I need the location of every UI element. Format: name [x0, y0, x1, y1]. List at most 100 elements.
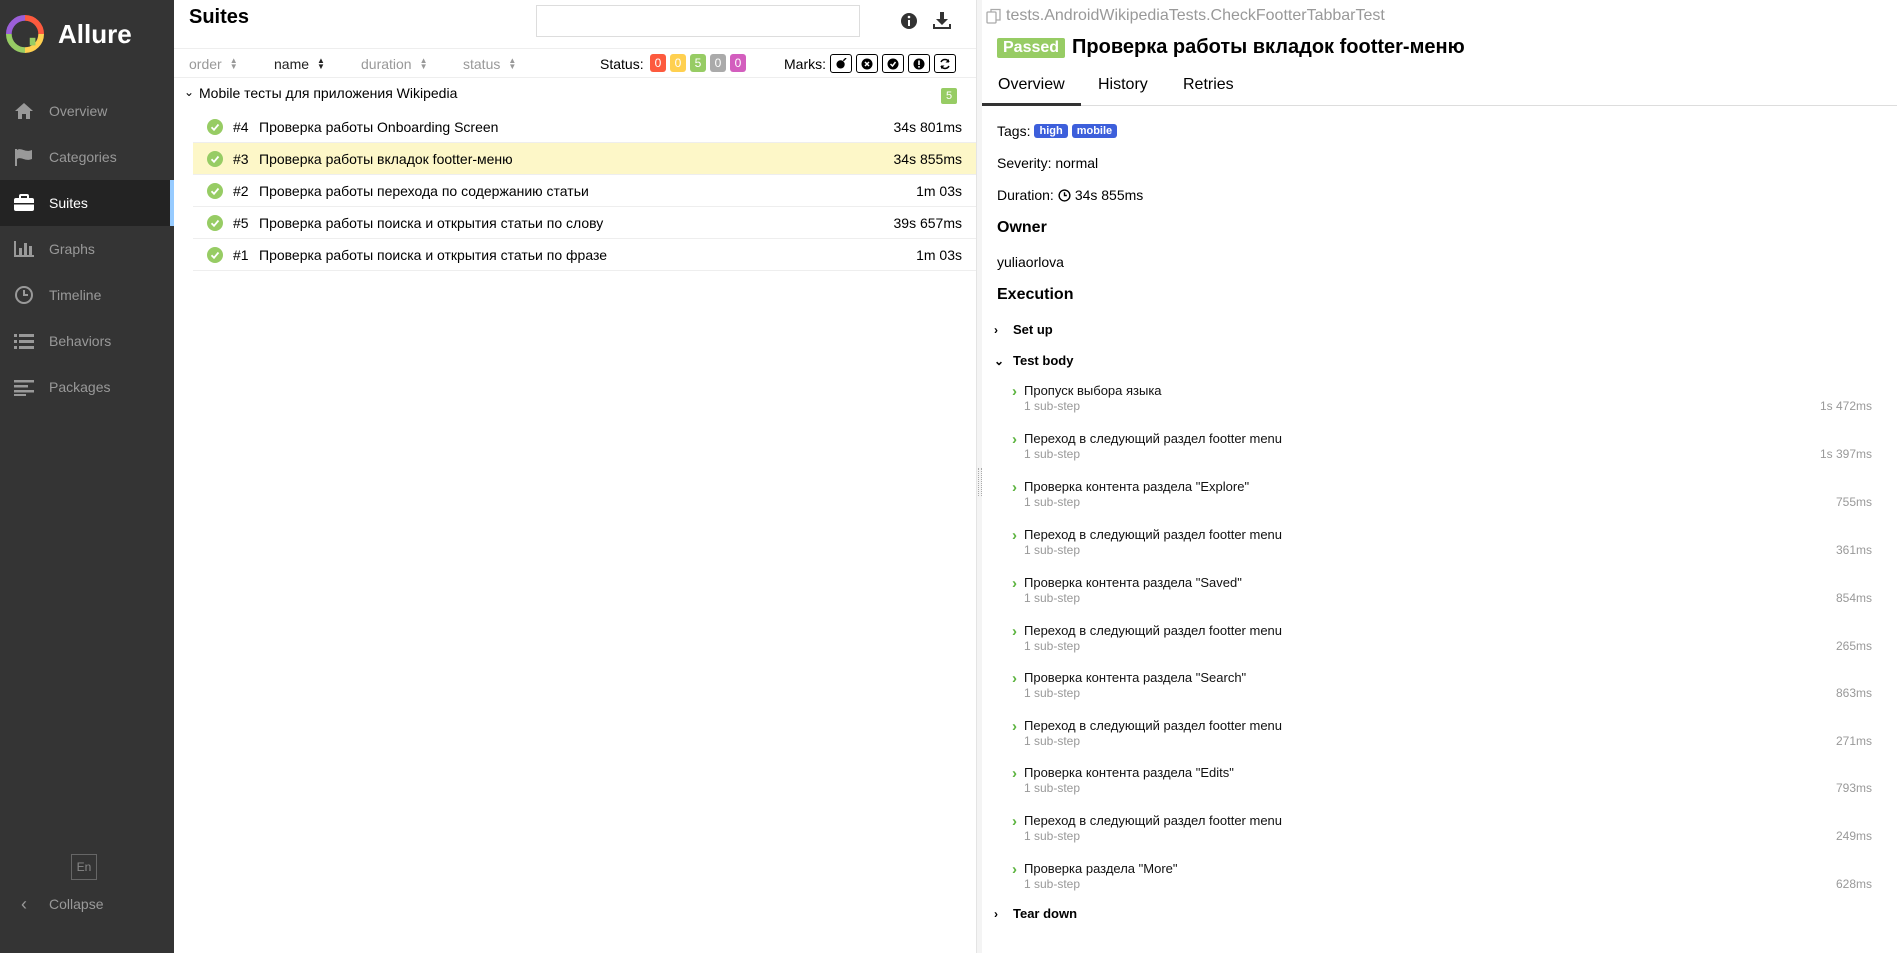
step-item[interactable]: › Проверка контента раздела "Saved" 1 su… — [1012, 575, 1872, 615]
sidebar-item-overview[interactable]: Overview — [0, 88, 174, 134]
setup-stage[interactable]: › Set up — [994, 322, 1053, 337]
page-title: Suites — [189, 6, 250, 28]
step-name: Переход в следующий раздел footter menu — [1024, 527, 1283, 542]
step-item[interactable]: › Пропуск выбора языка 1 sub-step 1s 472… — [1012, 383, 1872, 423]
retries-mark-icon[interactable] — [934, 54, 956, 73]
chevron-down-icon: ⌄ — [184, 85, 195, 99]
test-name: Проверка работы перехода по содержанию с… — [259, 183, 589, 199]
step-substeps: 1 sub-step — [1024, 829, 1081, 843]
step-item[interactable]: › Переход в следующий раздел footter men… — [1012, 623, 1872, 663]
status-count-skipped[interactable]: 0 — [710, 54, 726, 72]
step-chevron-icon: › — [1012, 575, 1017, 592]
collapse-button[interactable]: ‹ Collapse — [13, 892, 103, 916]
suite-group-name: Mobile тесты для приложения Wikipedia — [199, 85, 458, 101]
sidebar-item-packages[interactable]: Packages — [0, 364, 174, 410]
sort-duration-label: duration — [361, 56, 412, 72]
step-chevron-icon: › — [1012, 623, 1017, 640]
test-name: Проверка работы вкладок footter-меню — [259, 151, 513, 167]
language-switch[interactable]: En — [71, 854, 97, 880]
sidebar-item-timeline[interactable]: Timeline — [0, 272, 174, 318]
new-failed-mark-icon[interactable] — [856, 54, 878, 73]
teardown-stage[interactable]: › Tear down — [994, 906, 1077, 921]
tag-badge: mobile — [1071, 124, 1118, 138]
step-duration: 628ms — [1835, 877, 1872, 891]
test-number: #2 — [233, 183, 249, 199]
owner-heading: Owner — [997, 219, 1047, 236]
step-name: Проверка контента раздела "Search" — [1024, 670, 1247, 685]
test-row[interactable]: #4 Проверка работы Onboarding Screen 34s… — [193, 111, 976, 143]
chevron-right-icon: › — [994, 906, 998, 921]
step-item[interactable]: › Проверка контента раздела "Edits" 1 su… — [1012, 765, 1872, 805]
step-duration: 361ms — [1835, 543, 1872, 557]
app-name: Allure — [58, 18, 132, 49]
sidebar-item-label: Suites — [49, 195, 88, 211]
step-duration: 249ms — [1835, 829, 1872, 843]
copy-icon[interactable] — [986, 8, 1002, 24]
brand[interactable]: Allure — [6, 14, 132, 54]
sort-name[interactable]: name ▲ ▼ — [274, 56, 325, 72]
step-substeps: 1 sub-step — [1024, 495, 1081, 509]
step-item[interactable]: › Переход в следующий раздел footter men… — [1012, 431, 1872, 471]
test-duration: 34s 801ms — [893, 119, 962, 135]
status-count-broken[interactable]: 0 — [670, 54, 686, 72]
new-passed-mark-icon[interactable] — [882, 54, 904, 73]
step-substeps: 1 sub-step — [1024, 781, 1081, 795]
test-row[interactable]: #5 Проверка работы поиска и открытия ста… — [193, 207, 976, 239]
step-item[interactable]: › Переход в следующий раздел footter men… — [1012, 718, 1872, 758]
check-circle-icon — [207, 151, 223, 167]
suite-group[interactable]: ⌄ Mobile тесты для приложения Wikipedia … — [174, 84, 976, 106]
test-row[interactable]: #1 Проверка работы поиска и открытия ста… — [193, 239, 976, 271]
flaky-mark-icon[interactable] — [830, 54, 852, 73]
step-duration: 265ms — [1835, 639, 1872, 653]
status-count-unknown[interactable]: 0 — [730, 54, 746, 72]
step-substeps: 1 sub-step — [1024, 447, 1081, 461]
sort-status[interactable]: status ▲ ▼ — [463, 56, 516, 72]
clock-icon — [13, 284, 35, 306]
step-duration: 793ms — [1835, 781, 1872, 795]
tab-history[interactable]: History — [1082, 76, 1164, 106]
step-duration: 1s 397ms — [1819, 447, 1872, 461]
test-number: #1 — [233, 247, 249, 263]
tab-overview[interactable]: Overview — [982, 76, 1081, 106]
step-item[interactable]: › Проверка раздела "More" 1 sub-step 628… — [1012, 861, 1872, 901]
test-row[interactable]: #3 Проверка работы вкладок footter-меню … — [193, 143, 976, 175]
sort-arrows-icon: ▲ ▼ — [508, 56, 517, 71]
chevron-left-icon: ‹ — [21, 893, 27, 914]
step-item[interactable]: › Проверка контента раздела "Explore" 1 … — [1012, 479, 1872, 519]
step-name: Проверка контента раздела "Explore" — [1024, 479, 1250, 494]
sidebar-item-categories[interactable]: Categories — [0, 134, 174, 180]
detail-tabs: Overview History Retries — [982, 72, 1897, 106]
tags-label: Tags: — [997, 123, 1031, 139]
sort-arrows-icon: ▲ ▼ — [419, 56, 428, 71]
check-circle-icon — [207, 215, 223, 231]
step-item[interactable]: › Проверка контента раздела "Search" 1 s… — [1012, 670, 1872, 710]
sort-duration[interactable]: duration ▲ ▼ — [361, 56, 428, 72]
test-row[interactable]: #2 Проверка работы перехода по содержани… — [193, 175, 976, 207]
sidebar-item-graphs[interactable]: Graphs — [0, 226, 174, 272]
sidebar-item-label: Graphs — [49, 241, 95, 257]
step-item[interactable]: › Переход в следующий раздел footter men… — [1012, 813, 1872, 853]
new-broken-mark-icon[interactable] — [908, 54, 930, 73]
test-body-stage[interactable]: ⌄ Test body — [994, 353, 1073, 368]
allure-logo-icon — [6, 15, 44, 53]
step-substeps: 1 sub-step — [1024, 543, 1081, 557]
status-count-passed[interactable]: 5 — [690, 54, 706, 72]
test-duration: 39s 657ms — [893, 215, 962, 231]
test-name: Проверка работы поиска и открытия статьи… — [259, 247, 607, 263]
check-circle-icon — [207, 247, 223, 263]
status-count-failed[interactable]: 0 — [650, 54, 666, 72]
step-item[interactable]: › Переход в следующий раздел footter men… — [1012, 527, 1872, 567]
sort-order[interactable]: order ▲ ▼ — [189, 56, 238, 72]
sidebar-item-suites[interactable]: Suites — [0, 180, 174, 226]
tab-retries[interactable]: Retries — [1167, 76, 1250, 106]
download-icon[interactable] — [932, 11, 952, 31]
search-input[interactable] — [536, 5, 860, 37]
step-substeps: 1 sub-step — [1024, 686, 1081, 700]
step-duration: 755ms — [1835, 495, 1872, 509]
info-icon[interactable] — [900, 12, 918, 30]
sidebar-item-behaviors[interactable]: Behaviors — [0, 318, 174, 364]
execution-heading: Execution — [997, 286, 1074, 303]
step-substeps: 1 sub-step — [1024, 591, 1081, 605]
bar-chart-icon — [13, 238, 35, 260]
sort-order-label: order — [189, 56, 222, 72]
